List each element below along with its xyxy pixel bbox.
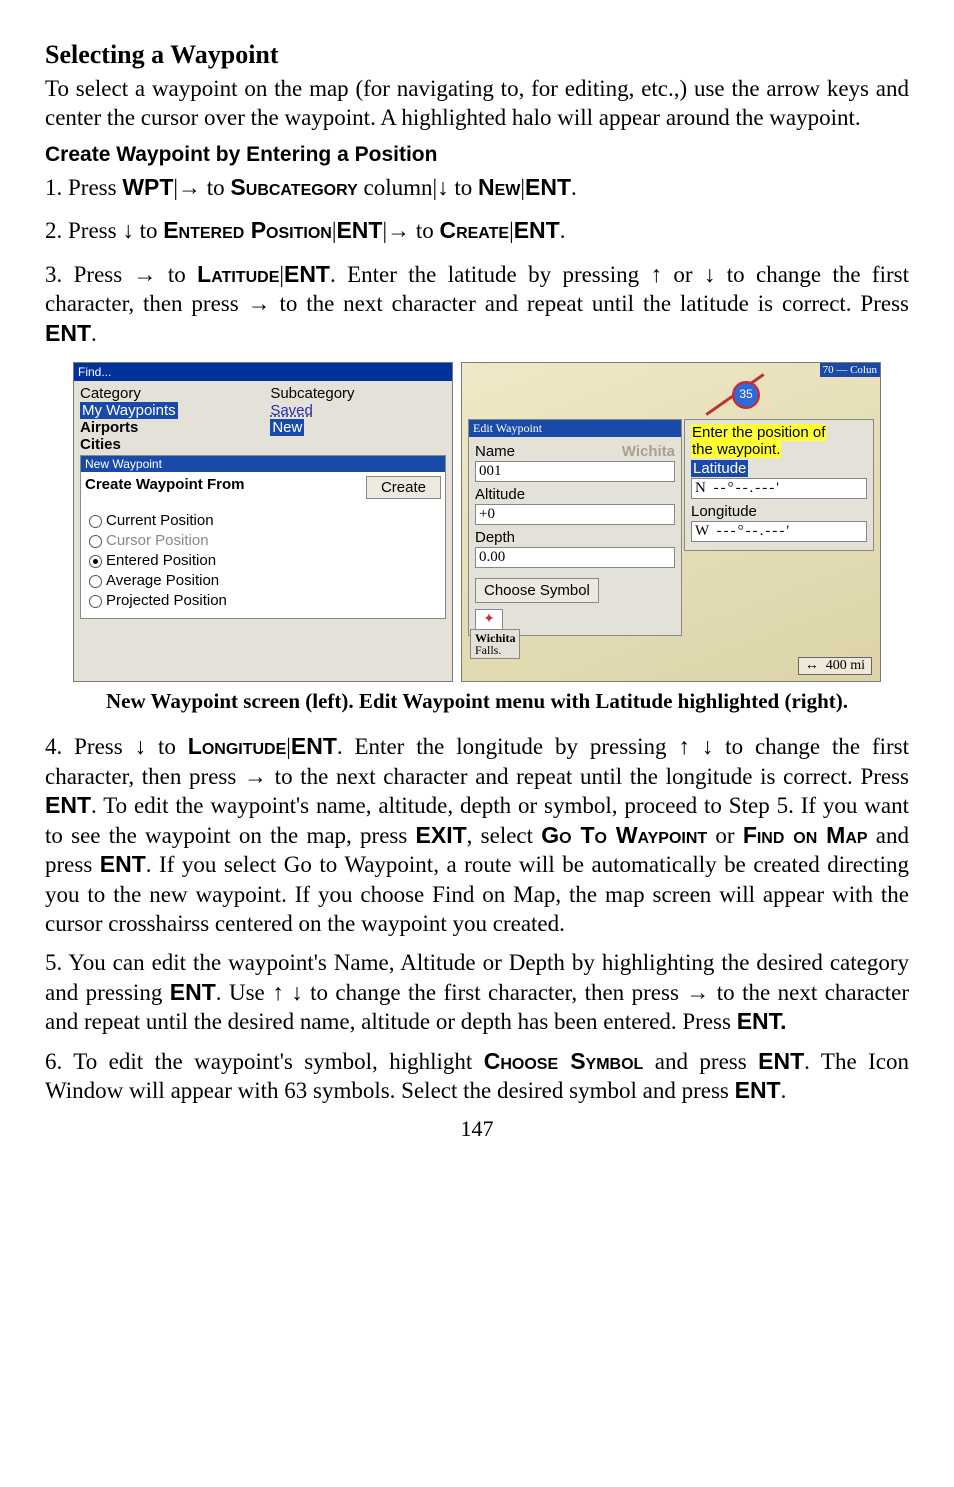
subcategory-label: Subcategory [270,385,354,402]
longitude-input[interactable]: W ---°--.---' [691,521,867,542]
step-3: 3. Press → to Latitude|ENT. Enter the la… [45,260,909,348]
latitude-input[interactable]: N --°--.---' [691,478,867,499]
edit-waypoint-title: Edit Waypoint [469,420,681,437]
dialog-title: New Waypoint [81,456,445,472]
altitude-input[interactable]: +0 [475,504,675,525]
step-1: 1. Press WPT|→ to Subcategory column|↓ t… [45,173,909,202]
depth-input[interactable]: 0.00 [475,547,675,568]
radio-icon [89,535,102,548]
step-4: 4. Press ↓ to Longitude|ENT. Enter the l… [45,732,909,938]
wichita-falls-label: WichitaFalls. [470,629,520,659]
highway-shield-icon: 35 [732,381,760,409]
latitude-label[interactable]: Latitude [691,460,748,477]
colun-badge: 70 — Colun [820,363,880,377]
radio-icon [89,555,102,568]
window-titlebar: Find... [74,363,452,381]
step-2: 2. Press ↓ to Entered Position|ENT|→ to … [45,216,909,245]
radio-icon [89,595,102,608]
option-entered-position[interactable]: Entered Position [89,552,437,569]
tip-line1: Enter the position of [691,424,826,441]
screenshots-row: Find... Category Subcategory My Waypoint… [45,362,909,682]
tip-line2: the waypoint. [691,441,781,458]
section-title: Selecting a Waypoint [45,40,909,70]
altitude-label: Altitude [475,486,675,503]
position-panel: Enter the position of the waypoint. Lati… [684,419,874,551]
step-6: 6. To edit the waypoint's symbol, highli… [45,1047,909,1106]
page-number: 147 [45,1116,909,1142]
radio-icon [89,575,102,588]
map-scale: ↔ 400 mi [798,657,872,675]
depth-label: Depth [475,529,675,546]
option-current-position[interactable]: Current Position [89,512,437,529]
intro-paragraph: To select a waypoint on the map (for nav… [45,74,909,133]
name-ghost: Wichita [622,443,675,460]
create-waypoint-from-label: Create Waypoint From [85,476,360,493]
document-page: Selecting a Waypoint To select a waypoin… [0,0,954,1162]
new-item[interactable]: New [270,419,304,436]
horizontal-arrows-icon: ↔ [805,658,819,673]
option-cursor-position: Cursor Position [89,532,437,549]
sub-heading: Create Waypoint by Entering a Position [45,143,909,167]
name-input[interactable]: 001 [475,461,675,482]
radio-icon [89,515,102,528]
edit-waypoint-screenshot: 70 — Colun 35 Edit Waypoint Name Wichita … [461,362,881,682]
figure-caption: New Waypoint screen (left). Edit Waypoin… [67,688,887,714]
option-projected-position[interactable]: Projected Position [89,592,437,609]
new-waypoint-screenshot: Find... Category Subcategory My Waypoint… [73,362,453,682]
edit-waypoint-panel: Edit Waypoint Name Wichita 001 Altitude +… [468,419,682,636]
my-waypoints-item[interactable]: My Waypoints [80,402,178,419]
choose-symbol-button[interactable]: Choose Symbol [475,578,599,603]
cities-item[interactable]: Cities [80,436,446,453]
category-label: Category [80,385,270,402]
saved-item[interactable]: Saved [270,402,313,419]
airports-item[interactable]: Airports [80,419,270,436]
longitude-label: Longitude [691,503,867,520]
option-average-position[interactable]: Average Position [89,572,437,589]
step-5: 5. You can edit the waypoint's Name, Alt… [45,948,909,1036]
create-button[interactable]: Create [366,476,441,499]
new-waypoint-dialog: New Waypoint Create Waypoint From Create… [80,455,446,619]
name-label: Name [475,443,515,460]
